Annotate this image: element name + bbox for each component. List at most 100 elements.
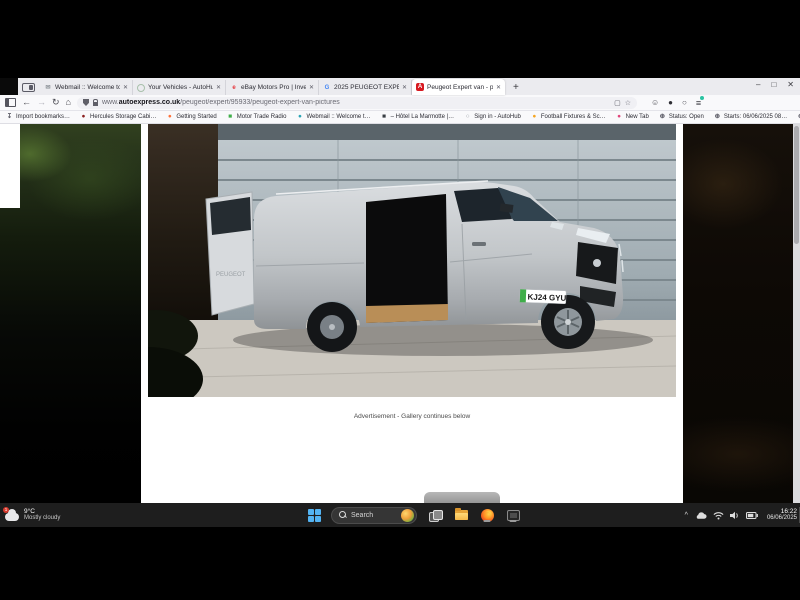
gallery-main-photo[interactable]: PEUGEOT — [148, 124, 676, 397]
lock-icon[interactable] — [93, 102, 98, 106]
van-brand-text: PEUGEOT — [216, 272, 246, 278]
browser-tab[interactable]: A Peugeot Expert van - pictures | ✕ — [412, 79, 505, 95]
app-window-icon[interactable] — [505, 507, 521, 523]
bookmark-item[interactable]: ● Getting Started — [166, 114, 216, 121]
tab-close-icon[interactable]: ✕ — [402, 84, 407, 91]
sidebar-toggle-icon[interactable] — [5, 98, 16, 107]
weather-condition: Mostly cloudy — [24, 515, 60, 522]
bookmark-item[interactable]: ⊕ Status: Open — [659, 114, 704, 121]
browser-tab[interactable]: G 2025 PEUGEOT EXPERT DIESEL ✕ — [319, 80, 412, 95]
bookmark-label: Starts: 06/06/2025 08… — [724, 114, 787, 120]
tab-close-icon[interactable]: ✕ — [496, 84, 501, 91]
bookmark-favicon: ● — [531, 114, 538, 121]
maximize-button[interactable]: □ — [771, 80, 776, 89]
bookmark-label: New Tab — [626, 114, 649, 120]
scrollbar-thumb[interactable] — [794, 126, 799, 244]
browser-tab[interactable]: e eBay Motors Pro | Inventory ✕ — [226, 80, 319, 95]
gallery-previous-photo[interactable] — [0, 124, 141, 503]
tab-favicon — [137, 84, 145, 92]
taskbar-clock[interactable]: 16:22 06/06/2025 — [764, 508, 797, 523]
bookmark-favicon: ↧ — [6, 114, 13, 121]
bookmarks-bar: ↧ Import bookmarks… ● Hercules Storage C… — [0, 111, 800, 124]
license-plate-text: KJ24 GYU — [527, 293, 566, 303]
tab-favicon: G — [323, 84, 331, 92]
bookmark-item[interactable]: ○ Sign in - AutoHub — [464, 114, 521, 121]
bookmark-item[interactable]: ● Hercules Storage Cabi… — [80, 114, 156, 121]
url-text: www.autoexpress.co.uk/peugeot/expert/959… — [102, 99, 340, 106]
tabbar-notch — [0, 78, 18, 95]
bookmark-item[interactable]: ● Webmail :: Welcome t… — [296, 114, 370, 121]
browser-tab[interactable]: ✉ Webmail :: Welcome to Webm ✕ — [40, 80, 133, 95]
file-explorer-icon[interactable] — [453, 507, 469, 523]
browser-tab[interactable]: Your Vehicles - AutoHub ✕ — [133, 80, 226, 95]
start-button-icon[interactable] — [308, 509, 321, 522]
extension-icon-2[interactable]: ○ — [682, 99, 687, 107]
page-action-icon[interactable]: ▢ — [614, 99, 621, 107]
back-icon[interactable]: ← — [22, 98, 31, 107]
forward-icon[interactable]: → — [37, 98, 46, 107]
page-viewport: PEUGEOT — [0, 124, 800, 503]
floating-button[interactable] — [424, 492, 500, 503]
bing-daily-icon[interactable] — [401, 509, 414, 522]
taskbar-search-box[interactable]: Search — [331, 507, 417, 524]
bookmark-label: Sign in - AutoHub — [474, 114, 521, 120]
bookmark-favicon: ○ — [464, 114, 471, 121]
gallery-content-column: PEUGEOT — [141, 124, 683, 503]
page-scrollbar[interactable] — [793, 124, 800, 503]
clock-date: 06/06/2025 — [767, 515, 797, 522]
wifi-icon[interactable] — [713, 511, 724, 520]
bookmark-star-icon[interactable]: ☆ — [625, 99, 631, 107]
advertisement-note: Advertisement - Gallery continues below — [148, 413, 676, 420]
minimize-button[interactable]: – — [756, 80, 760, 89]
firefox-taskbar-icon[interactable] — [479, 507, 495, 523]
tab-close-icon[interactable]: ✕ — [309, 84, 314, 91]
close-button[interactable]: ✕ — [787, 80, 794, 89]
task-view-icon[interactable] — [427, 507, 443, 523]
bookmark-favicon: ● — [616, 114, 623, 121]
search-placeholder: Search — [351, 512, 397, 519]
bookmark-label: Status: Open — [669, 114, 704, 120]
taskbar-center: Search — [308, 503, 521, 527]
account-icon[interactable]: ● — [668, 99, 673, 107]
desktop-screen: ✉ Webmail :: Welcome to Webm ✕ Your Vehi… — [0, 0, 800, 600]
tab-favicon: e — [230, 84, 238, 92]
bookmark-item[interactable]: ■ – Hôtel La Marmotte |… — [381, 114, 455, 121]
bookmark-item[interactable]: ■ Motor Trade Radio — [227, 114, 287, 121]
firefox-view-icon[interactable] — [22, 83, 35, 92]
battery-icon[interactable] — [746, 512, 758, 519]
reload-icon[interactable]: ↻ — [52, 98, 60, 107]
bookmark-favicon: ■ — [381, 114, 388, 121]
gallery-next-photo[interactable] — [683, 124, 793, 503]
firefox-window: ✉ Webmail :: Welcome to Webm ✕ Your Vehi… — [0, 78, 800, 503]
tab-title: 2025 PEUGEOT EXPERT DIESEL — [334, 84, 399, 91]
tab-title: eBay Motors Pro | Inventory — [241, 84, 306, 91]
new-tab-button[interactable]: + — [513, 82, 519, 93]
bookmark-item[interactable]: ● New Tab — [616, 114, 649, 121]
app-menu-icon[interactable]: ≡ — [696, 98, 701, 108]
weather-widget[interactable]: 1 9°C Mostly cloudy — [0, 508, 90, 522]
navigation-bar: ← → ↻ ⌂ www.autoexpress.co.uk/peugeot/ex… — [0, 95, 800, 111]
tab-title: Webmail :: Welcome to Webm — [55, 84, 120, 91]
extension-icon-1[interactable]: ☺ — [651, 99, 659, 107]
hidden-icons-chevron[interactable]: ^ — [685, 512, 688, 519]
tab-title: Peugeot Expert van - pictures | — [427, 84, 493, 91]
url-bar[interactable]: www.autoexpress.co.uk/peugeot/expert/959… — [77, 97, 637, 109]
windows-taskbar: 1 9°C Mostly cloudy Search ^ — [0, 503, 800, 527]
tab-favicon: ✉ — [44, 84, 52, 92]
speaker-icon[interactable] — [730, 511, 740, 520]
bookmark-item[interactable]: ● Football Fixtures & Sc… — [531, 114, 606, 121]
cloud-weather-icon: 1 — [5, 509, 20, 521]
tab-bar: ✉ Webmail :: Welcome to Webm ✕ Your Vehi… — [0, 78, 800, 95]
bookmark-item[interactable]: ⊕ Starts: 06/06/2025 08… — [714, 114, 787, 121]
tab-close-icon[interactable]: ✕ — [216, 84, 221, 91]
shield-permissions-icon[interactable] — [83, 99, 89, 106]
tab-strip: ✉ Webmail :: Welcome to Webm ✕ Your Vehi… — [40, 78, 505, 95]
bookmark-favicon: ■ — [227, 114, 234, 121]
extension-area: ☺ ● ○ ≡ — [651, 98, 701, 108]
home-icon[interactable]: ⌂ — [66, 98, 71, 107]
bookmark-favicon: ● — [80, 114, 87, 121]
onedrive-cloud-icon[interactable] — [694, 510, 707, 520]
tab-close-icon[interactable]: ✕ — [123, 84, 128, 91]
bookmark-label: Getting Started — [176, 114, 216, 120]
bookmark-item[interactable]: ↧ Import bookmarks… — [6, 114, 70, 121]
